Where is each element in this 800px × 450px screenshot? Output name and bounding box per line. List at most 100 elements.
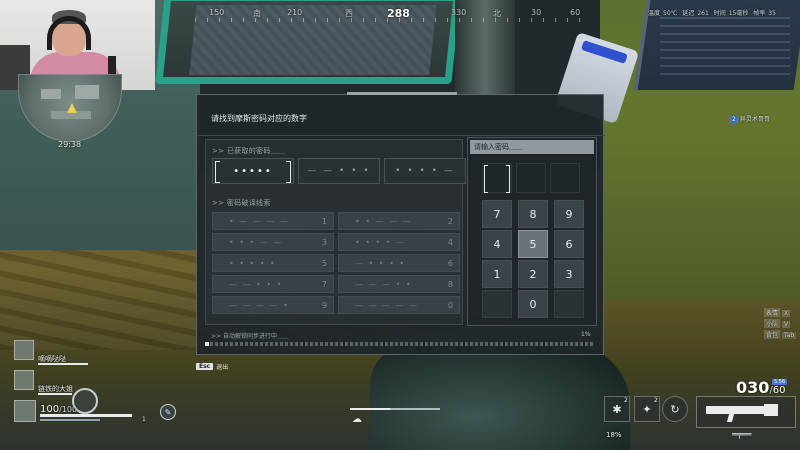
morse-clue-table: • — — — — 1 • • — — — 2 • • • — — 3 • • • •… (212, 212, 460, 314)
auto-unlock-progress-fill (205, 342, 209, 346)
obtained-code-1: ••••• (212, 158, 294, 184)
clue-digit: 8 (447, 279, 453, 289)
auto-unlock-percent: 1% (581, 331, 591, 338)
player-avatar (14, 400, 36, 422)
exit-label: 退出 (216, 364, 229, 371)
clue-code: — — — — • (229, 300, 290, 310)
clue-row: • • — — — 2 (338, 212, 460, 230)
rifle-stock-icon (764, 404, 778, 416)
number-keypad: 7 8 9 4 5 6 1 2 3 0 (482, 200, 584, 318)
teammate-health-bar (38, 363, 88, 365)
ability-icon[interactable]: ↻ (662, 396, 688, 422)
reserve-ammo: 60 (772, 385, 786, 396)
teammate-number: 2 (730, 116, 738, 123)
clue-digit: 3 (321, 237, 327, 247)
interact-icon: ☁ (352, 414, 362, 425)
performance-stats: 温度 50℃ 延迟 261 时间 15毫秒 帧率 35 (648, 8, 798, 18)
key-0[interactable]: 0 (518, 290, 548, 318)
clue-code: • • • — — (229, 237, 283, 247)
panel-top-accent (347, 92, 457, 95)
hotkey-label: 小队 (764, 319, 781, 328)
teammate-avatar (14, 340, 34, 360)
key-4[interactable]: 4 (482, 230, 512, 258)
clue-row: • • • — — 3 (212, 233, 334, 251)
ammo-type-tag: 5.56 (772, 379, 788, 385)
password-slot-3 (550, 163, 580, 193)
key-2[interactable]: 2 (518, 260, 548, 288)
clue-code: • • — — — (355, 216, 413, 226)
code-info-section: >> 已获取的密码＿＿ ••••• — — • • • • • • • — >>… (205, 139, 466, 325)
clue-digit: 6 (447, 258, 453, 268)
key-7[interactable]: 7 (482, 200, 512, 228)
clue-row: — — — — — 0 (338, 296, 460, 314)
knife-icon: ✎ (160, 404, 176, 420)
exit-hint[interactable]: Esc 退出 (196, 362, 228, 371)
key-blank-left (482, 290, 512, 318)
clue-digit: 7 (321, 279, 327, 289)
teammate-health-bar (38, 393, 72, 395)
key-blank-right (554, 290, 584, 318)
compass-mark: 210 (287, 8, 303, 17)
clue-row: — • • • • 6 (338, 254, 460, 272)
clue-digit: 5 (321, 258, 327, 268)
clue-row: • • • • — 4 (338, 233, 460, 251)
key-1[interactable]: 1 (482, 260, 512, 288)
fps-value: 35 (768, 10, 776, 17)
compass-ticks (195, 18, 590, 22)
hotkey-key: Tab (782, 332, 797, 339)
player-hp-max: 100 (61, 405, 78, 414)
time-value: 15毫秒 (728, 10, 749, 17)
clue-code: — — • • • (229, 279, 283, 289)
password-slot-2 (516, 163, 546, 193)
obtained-codes: ••••• — — • • • • • • • — (212, 158, 466, 184)
clue-row: • — — — — 1 (212, 212, 334, 230)
clue-code: — — — • • (355, 279, 413, 289)
clue-row: — — • • • 7 (212, 275, 334, 293)
ping-value: 261 (697, 10, 709, 17)
time-label: 时间 (713, 10, 726, 17)
clue-code: • • • • — (355, 237, 406, 247)
ability-count: 1 (142, 416, 146, 423)
key-8[interactable]: 8 (518, 200, 548, 228)
teammate-avatar (14, 370, 34, 390)
key-5[interactable]: 5 (518, 230, 548, 258)
clue-code: • • • • • (229, 258, 277, 268)
key-3[interactable]: 3 (554, 260, 584, 288)
grenade-count: 2 (624, 397, 628, 404)
stamina-fill (350, 408, 390, 410)
puzzle-title: 请找到摩斯密码对应的数字 (211, 114, 307, 123)
hotkey-label: 背包 (764, 330, 781, 339)
obtained-codes-label: >> 已获取的密码＿＿ (212, 147, 286, 155)
armor-durability: 18% (606, 431, 622, 439)
clue-digit: 2 (447, 216, 453, 226)
clue-row: • • • • • 5 (212, 254, 334, 272)
clues-label: >> 密码破译线索 (212, 199, 271, 207)
fps-label: 帧率 (753, 10, 766, 17)
player-armor-bar (40, 419, 100, 421)
esc-key: Esc (196, 363, 214, 370)
player-weapon-viewmodel (370, 345, 630, 450)
clue-code: — — — — — (355, 300, 419, 310)
match-timer: 29:38 (58, 140, 82, 149)
hotkey-hints: 表情 X 小队 V 背包 Tab (762, 308, 798, 341)
teammate-name: 异灵术哥哥 (739, 116, 770, 123)
clue-code: • — — — — (229, 216, 290, 226)
clue-row: — — — — • 9 (212, 296, 334, 314)
secondary-weapon-icon[interactable]: ═╤══ (732, 430, 751, 439)
hotkey-key: V (782, 321, 791, 328)
temp-label: 温度 (648, 10, 661, 17)
compass-mark: 330 (451, 8, 467, 17)
morse-puzzle-panel: 请找到摩斯密码对应的数字 >> 已获取的密码＿＿ ••••• — — • • •… (196, 92, 605, 355)
clue-digit: 9 (321, 300, 327, 310)
key-9[interactable]: 9 (554, 200, 584, 228)
divider (197, 135, 605, 136)
compass-mark: 150 (209, 8, 225, 17)
compass-mark: 30 (531, 8, 542, 17)
password-input[interactable] (470, 140, 594, 154)
keypad-section: 7 8 9 4 5 6 1 2 3 0 (467, 137, 597, 326)
obtained-code-2: — — • • • (298, 158, 380, 184)
clue-digit: 1 (321, 216, 327, 226)
key-6[interactable]: 6 (554, 230, 584, 258)
hotkey-label: 表情 (764, 308, 781, 317)
password-slots (482, 163, 580, 193)
